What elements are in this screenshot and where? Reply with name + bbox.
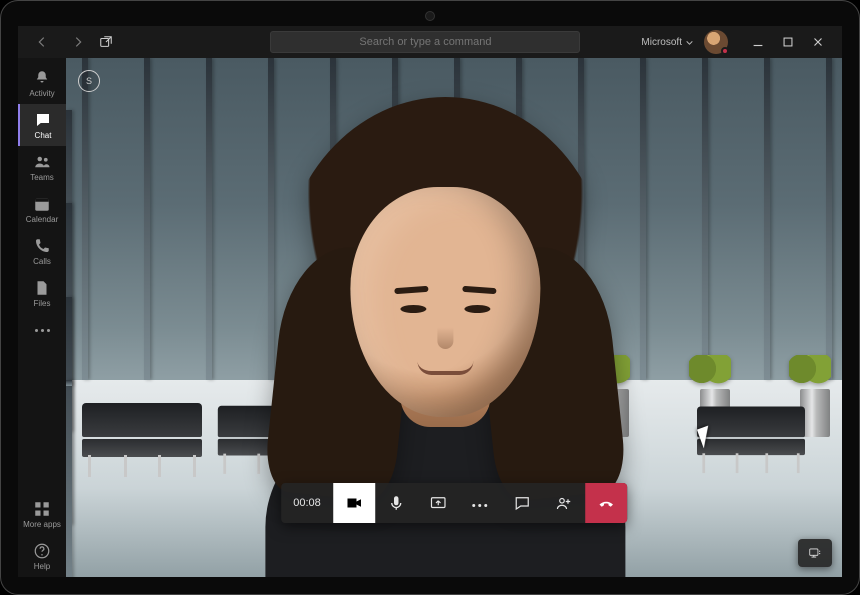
rail-activity[interactable]: Activity <box>18 62 66 104</box>
people-icon <box>33 153 51 171</box>
org-label: Microsoft <box>641 37 682 48</box>
video-stage: S 00:08 <box>66 58 842 577</box>
window-close-button[interactable] <box>804 28 832 56</box>
new-window-button[interactable] <box>92 28 120 56</box>
rail-chat[interactable]: Chat <box>18 104 66 146</box>
share-screen-button[interactable] <box>417 483 459 523</box>
nav-forward-button[interactable] <box>64 28 92 56</box>
window-minimize-button[interactable] <box>744 28 772 56</box>
call-timer: 00:08 <box>281 497 333 509</box>
calendar-icon <box>33 195 51 213</box>
rail-teams[interactable]: Teams <box>18 146 66 188</box>
hang-up-button[interactable] <box>585 483 627 523</box>
search-box[interactable] <box>270 31 580 53</box>
app-window: Microsoft <box>18 26 842 577</box>
nav-back-button[interactable] <box>28 28 56 56</box>
app-rail: Activity Chat Teams Calendar Calls <box>18 58 66 577</box>
bell-icon <box>33 69 51 87</box>
org-switcher[interactable]: Microsoft <box>641 37 694 48</box>
device-camera-icon <box>425 11 435 21</box>
rail-calls[interactable]: Calls <box>18 230 66 272</box>
rail-help[interactable]: Help <box>18 535 66 577</box>
participants-icon <box>555 494 573 512</box>
background-chair <box>82 403 202 473</box>
ellipsis-icon <box>471 496 489 510</box>
presence-badge <box>721 47 729 55</box>
video-icon <box>345 494 363 512</box>
call-control-bar: 00:08 <box>281 483 627 523</box>
chat-icon <box>34 111 52 129</box>
phone-icon <box>33 237 51 255</box>
rail-files[interactable]: Files <box>18 272 66 314</box>
profile-avatar[interactable] <box>704 30 728 54</box>
toggle-mic-button[interactable] <box>375 483 417 523</box>
rail-calendar[interactable]: Calendar <box>18 188 66 230</box>
share-icon <box>429 494 447 512</box>
org-initial-badge[interactable]: S <box>78 70 100 92</box>
hangup-icon <box>597 494 615 512</box>
ellipsis-icon <box>33 321 51 335</box>
microphone-icon <box>387 494 405 512</box>
apps-icon <box>33 500 51 518</box>
search-input[interactable] <box>270 31 580 53</box>
file-icon <box>33 279 51 297</box>
titlebar: Microsoft <box>18 26 842 58</box>
rail-more[interactable] <box>18 314 66 341</box>
window-maximize-button[interactable] <box>774 28 802 56</box>
tablet-bezel: Microsoft <box>0 0 860 595</box>
device-icon <box>808 546 822 560</box>
device-settings-button[interactable] <box>798 539 832 567</box>
toggle-camera-button[interactable] <box>333 483 375 523</box>
more-actions-button[interactable] <box>459 483 501 523</box>
show-participants-button[interactable] <box>543 483 585 523</box>
help-icon <box>33 542 51 560</box>
chevron-down-icon <box>685 38 694 47</box>
rail-more-apps[interactable]: More apps <box>18 493 66 535</box>
chat-bubble-icon <box>513 494 531 512</box>
show-conversation-button[interactable] <box>501 483 543 523</box>
